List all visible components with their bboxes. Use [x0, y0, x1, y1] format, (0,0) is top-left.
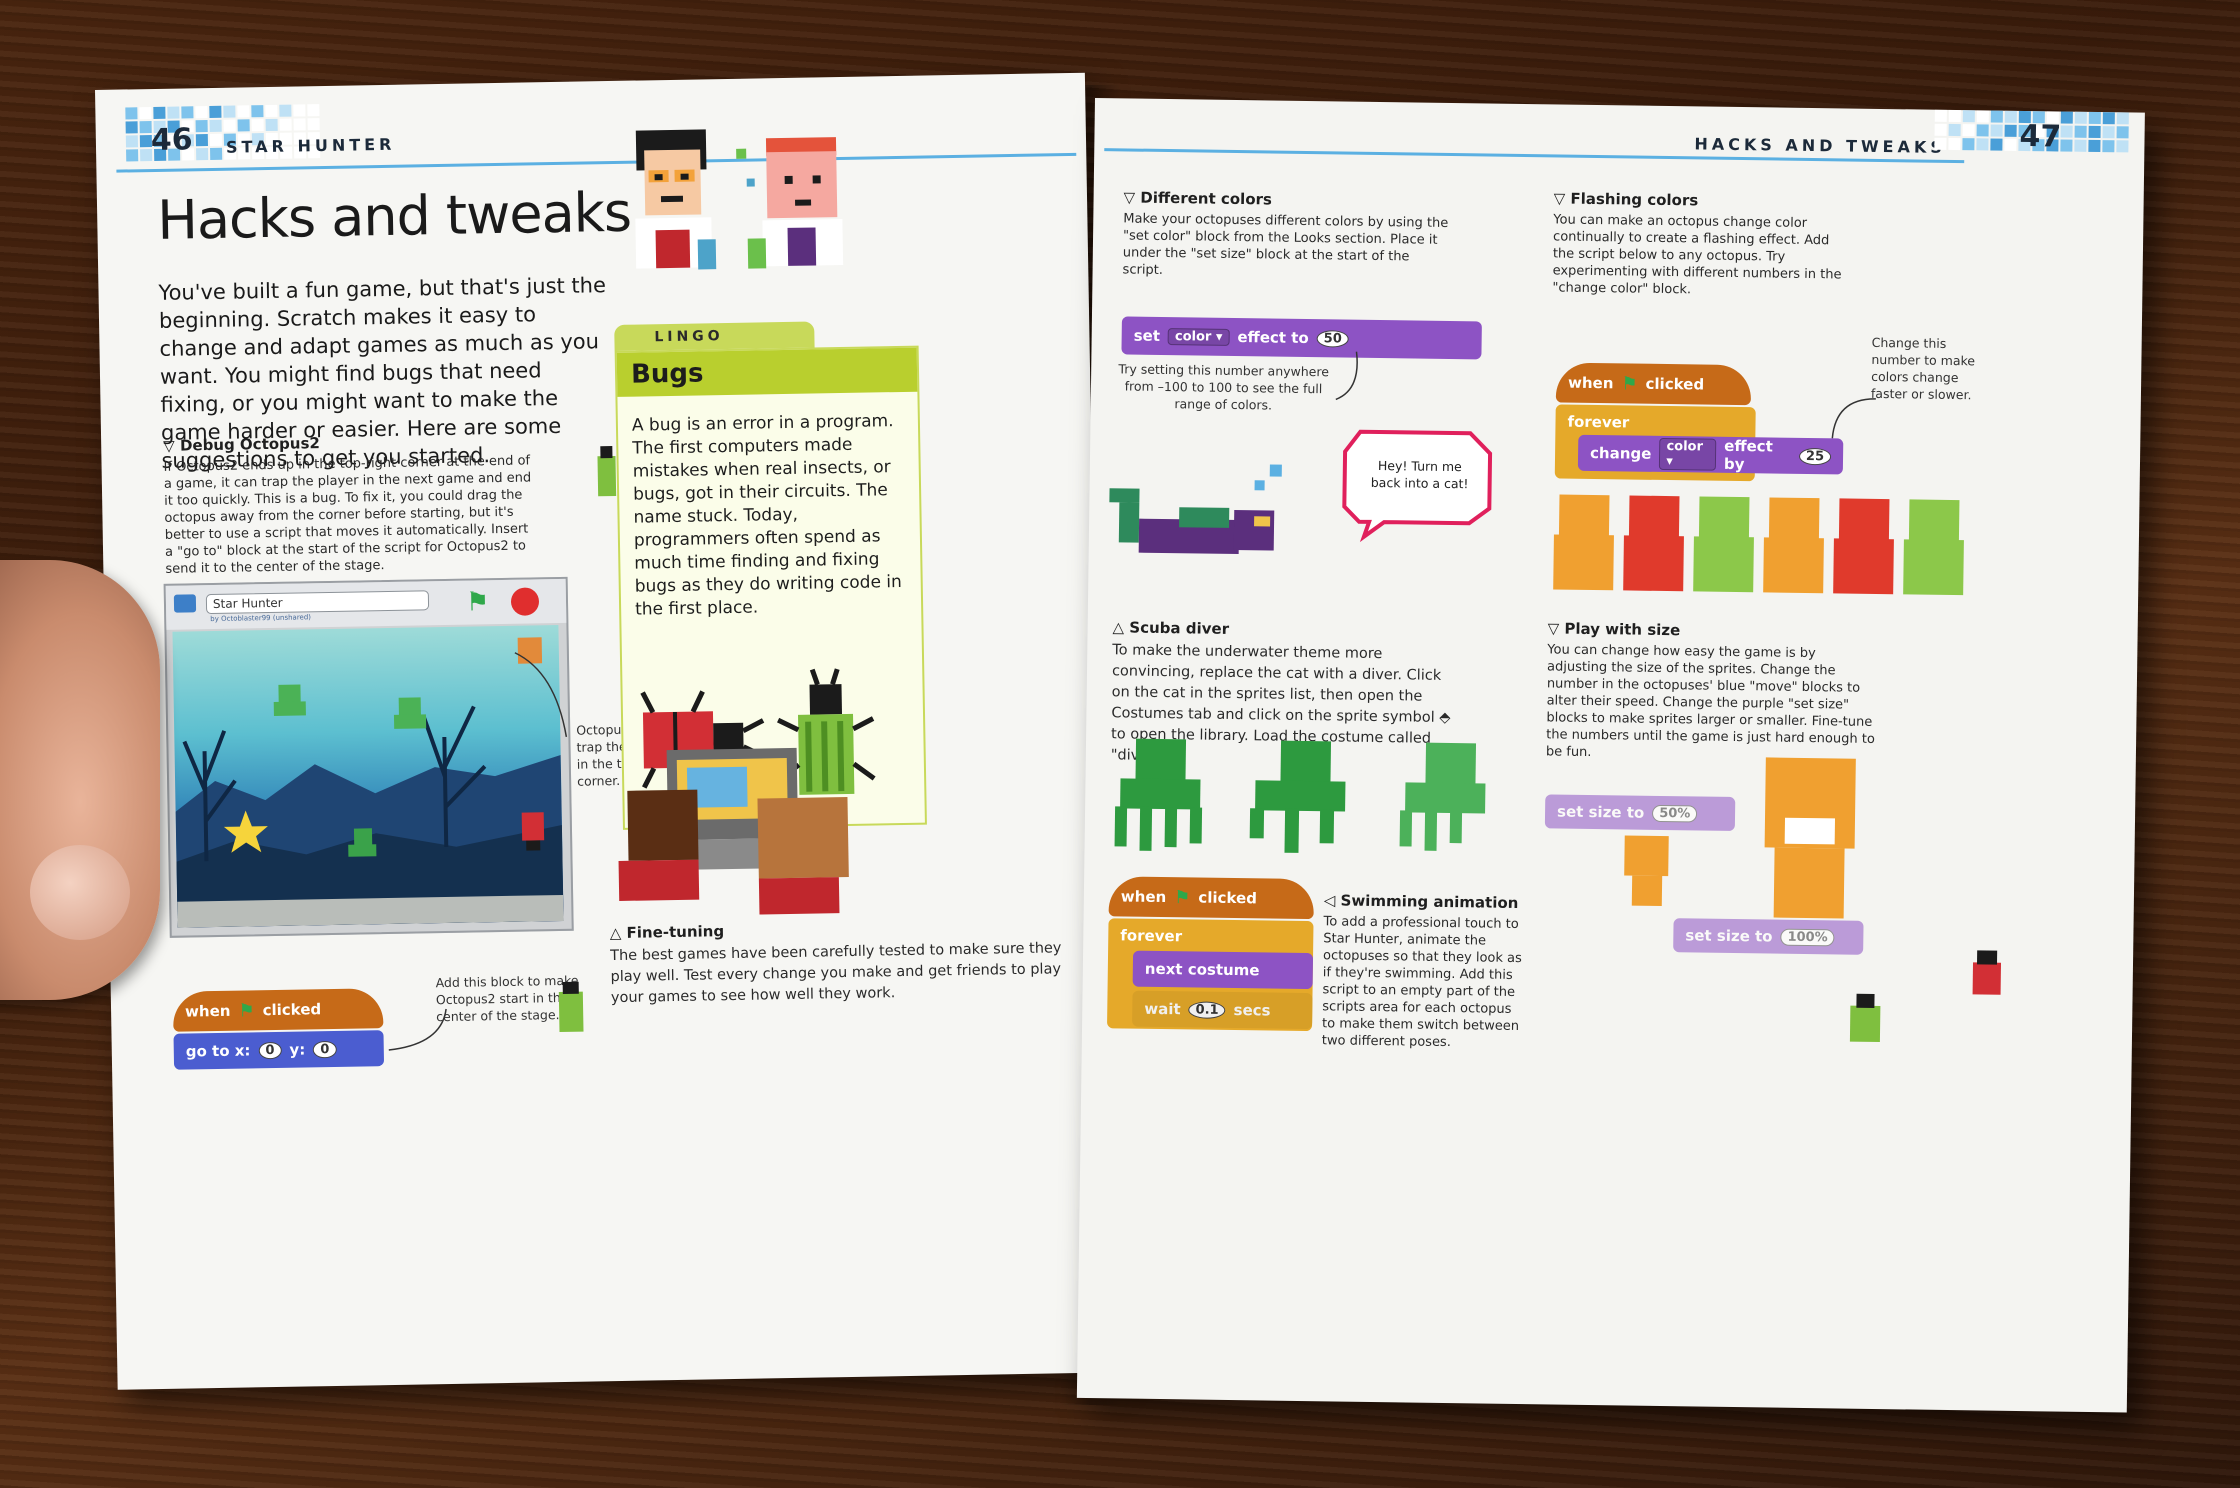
play-with-size-section: ▽ Play with size You can change how easy…	[1546, 619, 1878, 765]
effect-change-input[interactable]: 25	[1798, 447, 1832, 465]
hand-thumb	[0, 560, 160, 1000]
different-colors-section: ▽ Different colors Make your octopuses d…	[1122, 188, 1453, 283]
right-page: HACKS AND TWEAKS 47 ▽ Different colors M…	[1076, 98, 2145, 1413]
fine-tuning-heading: Fine-tuning	[626, 922, 725, 942]
flag-icon: ⚑	[238, 999, 255, 1022]
lingo-heading: Bugs	[616, 347, 918, 397]
x-input[interactable]: 0	[258, 1041, 282, 1059]
callout-line	[514, 652, 568, 737]
friends-playing-illustration	[618, 747, 849, 915]
size-input[interactable]: 100%	[1780, 928, 1835, 946]
debug-heading: Debug Octopus2	[179, 434, 321, 455]
flashing-colors-section: ▽ Flashing colors You can make an octopu…	[1552, 189, 1853, 300]
project-author: by Octoblaster99 (unshared)	[210, 613, 312, 624]
flashing-colors-heading: Flashing colors	[1570, 189, 1699, 210]
page-title: Hacks and tweaks	[156, 180, 632, 252]
next-costume-block[interactable]: next costume	[1132, 950, 1314, 990]
scientists-illustration	[635, 129, 844, 270]
stage-window: Star Hunter by Octoblaster99 (unshared) …	[163, 576, 574, 938]
thumbnail	[30, 845, 130, 940]
play-with-size-text: You can change how easy the game is by a…	[1545, 642, 1875, 760]
y-input[interactable]: 0	[313, 1040, 337, 1058]
page-number: 47	[2019, 118, 2062, 154]
callout-line	[1831, 398, 1876, 439]
callout-line	[1335, 351, 1358, 401]
flashing-colors-text: You can make an octopus change color con…	[1552, 212, 1842, 298]
effect-value-input[interactable]: 50	[1316, 329, 1349, 348]
underwater-scene	[175, 637, 564, 928]
game-stage	[172, 624, 564, 928]
beetle-icon	[558, 981, 584, 1033]
effect-dropdown[interactable]: color ▾	[1659, 437, 1717, 471]
swimming-section: ◁ Swimming animation To add a profession…	[1321, 891, 1522, 1051]
page-header-left: 46 STAR HUNTER	[95, 73, 1085, 173]
project-name-field[interactable]: Star Hunter	[205, 590, 430, 615]
different-colors-text: Make your octopuses different colors by …	[1122, 211, 1449, 278]
cat-sizes-illustration	[1624, 757, 1856, 919]
green-flag-icon[interactable]: ⚑	[466, 586, 490, 616]
swimming-heading: Swimming animation	[1340, 891, 1519, 912]
wait-input[interactable]: 0.1	[1188, 1000, 1226, 1019]
flag-icon: ⚑	[1174, 886, 1191, 908]
beetle-icon	[1849, 993, 1881, 1043]
speech-bubble-text: Hey! Turn me back into a cat!	[1370, 457, 1469, 492]
fine-tuning-section: △ Fine-tuning The best games have been c…	[610, 916, 1071, 1009]
debug-section: ▽ Debug Octopus2 If Octopus2 ends up in …	[163, 430, 535, 577]
when-flag-clicked-block[interactable]: when ⚑ clicked	[1555, 362, 1752, 406]
when-flag-clicked-block[interactable]: when ⚑ clicked	[1108, 876, 1315, 920]
color-range-callout: Try setting this number anywhere from –1…	[1118, 361, 1330, 413]
play-with-size-heading: Play with size	[1564, 619, 1681, 640]
go-to-xy-block[interactable]: go to x: 0 y: 0	[173, 1030, 385, 1070]
fullscreen-icon[interactable]	[173, 594, 197, 613]
page-number: 46	[150, 121, 193, 158]
effect-dropdown[interactable]: color ▾	[1167, 327, 1230, 346]
beetle-icon	[597, 446, 617, 497]
flag-icon: ⚑	[1621, 372, 1638, 395]
different-colors-heading: Different colors	[1140, 188, 1273, 209]
page-header-right: HACKS AND TWEAKS 47	[1095, 98, 2145, 164]
stage-toolbar: Star Hunter by Octoblaster99 (unshared) …	[165, 578, 567, 630]
scuba-heading: Scuba diver	[1129, 618, 1230, 638]
lingo-text: A bug is an error in a program. The firs…	[631, 411, 903, 620]
debug-text: If Octopus2 ends up in the top-right cor…	[163, 453, 532, 577]
flash-speed-callout: Change this number to make colors change…	[1870, 334, 1976, 403]
wait-block[interactable]: wait 0.1 secs	[1132, 990, 1313, 1030]
left-page: 46 STAR HUNTER Hacks and tweaks You've b…	[95, 72, 1108, 1390]
ladybug-icon	[1972, 950, 2002, 995]
fine-tuning-text: The best games have been carefully teste…	[610, 940, 1062, 1007]
script-callout-line	[388, 1008, 447, 1051]
octopus-poses-illustration	[1114, 738, 1486, 853]
change-color-effect-block[interactable]: change color ▾ effect by 25	[1577, 434, 1844, 475]
running-head: STAR HUNTER	[225, 134, 396, 157]
ladybug-icon	[521, 812, 545, 851]
set-size-100-block[interactable]: set size to 100%	[1673, 918, 1864, 955]
when-flag-clicked-block[interactable]: when ⚑ clicked	[172, 988, 384, 1032]
set-color-effect-block[interactable]: set color ▾ effect to 50	[1121, 316, 1482, 360]
lingo-tab: LINGO	[614, 321, 815, 351]
running-head: HACKS AND TWEAKS	[1694, 133, 1946, 157]
colored-octopuses-illustration	[1553, 494, 1964, 596]
stop-icon[interactable]	[510, 587, 540, 616]
swimming-text: To add a professional touch to Star Hunt…	[1321, 914, 1522, 1051]
